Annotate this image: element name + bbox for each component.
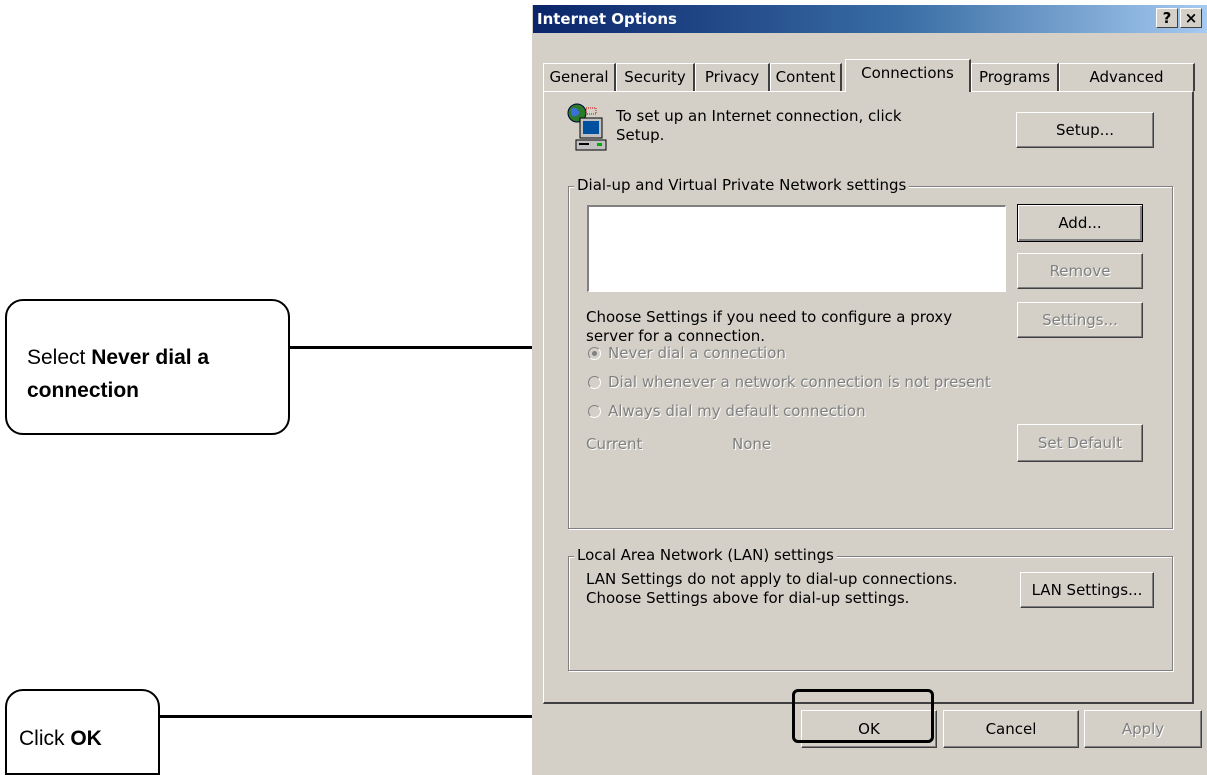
tab-security[interactable]: Security: [616, 63, 695, 91]
current-value: None: [732, 435, 772, 453]
settings-text-1: Choose Settings if you need to configure…: [586, 308, 953, 326]
add-button[interactable]: Add...: [1017, 204, 1143, 242]
radio-dial-whenever[interactable]: [588, 376, 601, 389]
radio-never-dial-dot: [592, 351, 597, 356]
dialog-title: Internet Options: [537, 10, 677, 28]
set-default-button[interactable]: Set Default: [1017, 424, 1143, 462]
tab-general[interactable]: General: [543, 63, 616, 91]
settings-button[interactable]: Settings...: [1017, 302, 1143, 338]
callout-never-dial-prefix: Select: [27, 346, 92, 369]
apply-button[interactable]: Apply: [1084, 710, 1202, 748]
cancel-button[interactable]: Cancel: [943, 710, 1079, 748]
connections-panel: To set up an Internet connection, click …: [543, 91, 1194, 704]
callout-click-ok-bold: OK: [70, 727, 102, 750]
setup-button[interactable]: Setup...: [1016, 112, 1154, 148]
current-label: Current: [586, 435, 643, 453]
title-bar: Internet Options ? ×: [533, 5, 1207, 33]
callout-never-dial: Select Never dial a connection: [5, 299, 290, 435]
lan-text-2: Choose Settings above for dial-up settin…: [586, 589, 910, 607]
network-computer-icon: [566, 102, 610, 158]
close-button[interactable]: ×: [1180, 8, 1202, 28]
radio-always-dial[interactable]: [588, 405, 601, 418]
radio-dial-whenever-label[interactable]: Dial whenever a network connection is no…: [608, 373, 991, 392]
lan-settings-button[interactable]: LAN Settings...: [1020, 572, 1154, 608]
tab-advanced[interactable]: Advanced: [1059, 63, 1195, 91]
tab-connections[interactable]: Connections: [845, 59, 971, 92]
connections-listbox[interactable]: [587, 205, 1006, 292]
callout-click-ok-prefix: Click: [19, 727, 71, 750]
callout-click-ok: Click OK: [5, 689, 160, 775]
callout-never-dial-bold: Never dial a: [91, 346, 210, 369]
tab-programs[interactable]: Programs: [971, 63, 1059, 91]
highlight-ok-button: [792, 689, 934, 743]
remove-button[interactable]: Remove: [1017, 253, 1143, 289]
setup-text-1: To set up an Internet connection, click: [616, 107, 902, 125]
lan-group-label: Local Area Network (LAN) settings: [574, 546, 837, 564]
help-button[interactable]: ?: [1156, 8, 1178, 28]
lan-text-1: LAN Settings do not apply to dial-up con…: [586, 570, 958, 588]
tab-content[interactable]: Content: [770, 63, 842, 91]
radio-never-dial[interactable]: [588, 347, 601, 360]
tab-privacy[interactable]: Privacy: [695, 63, 770, 91]
internet-options-dialog: Internet Options ? × General Security Pr…: [532, 5, 1207, 775]
setup-text-2: Setup.: [616, 126, 665, 144]
radio-never-dial-label[interactable]: Never dial a connection: [608, 344, 786, 363]
dialup-group-label: Dial-up and Virtual Private Network sett…: [574, 176, 910, 194]
radio-always-dial-label[interactable]: Always dial my default connection: [608, 402, 866, 421]
callout-never-dial-bold-2: connection: [27, 379, 140, 402]
